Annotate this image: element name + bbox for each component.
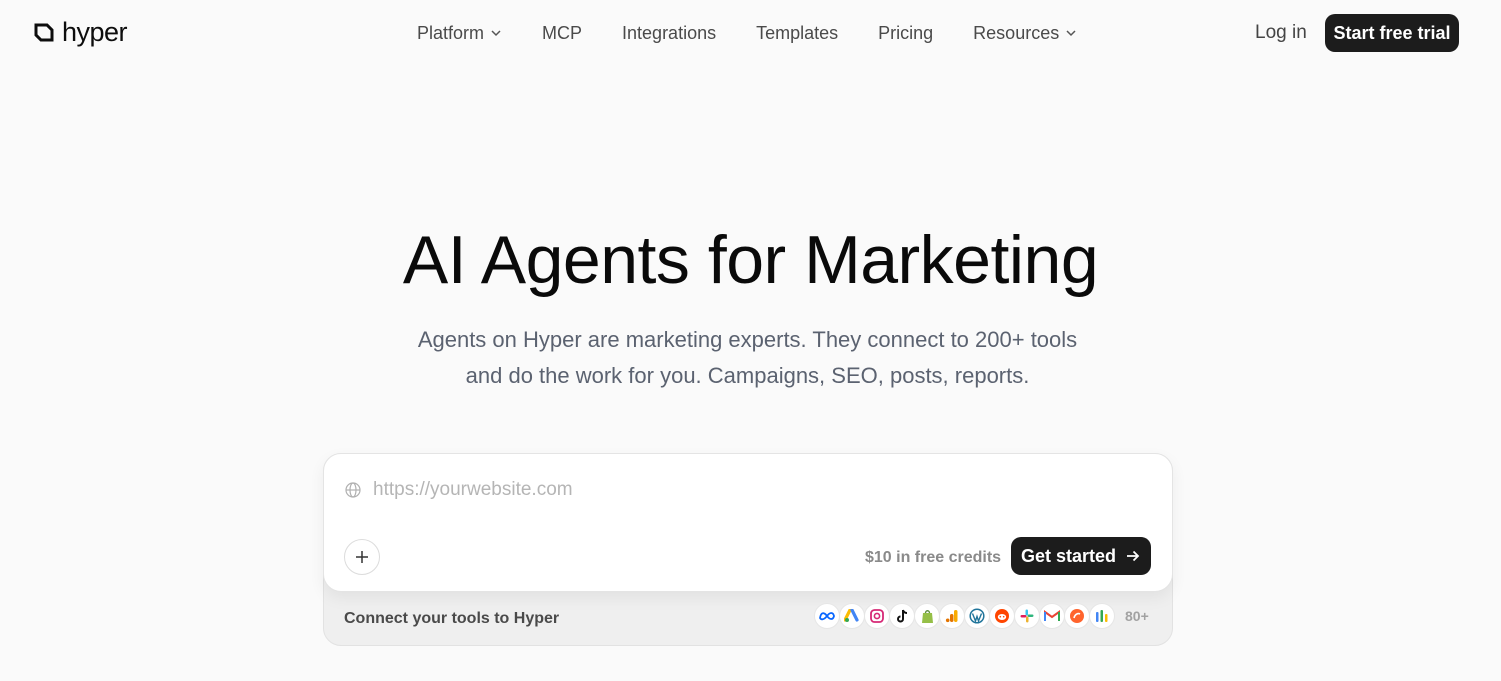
nav-item-resources[interactable]: Resources	[973, 23, 1077, 44]
tiktok-icon	[889, 603, 915, 629]
landing-page: hyper Platform MCP Integrations Template…	[0, 0, 1501, 681]
google-analytics-icon	[939, 603, 965, 629]
nav-item-label: Integrations	[622, 22, 717, 43]
prompt-card-container: $10 in free credits Get started Connect …	[323, 453, 1173, 646]
free-credits-text: $10 in free credits	[865, 549, 1002, 566]
wordpress-icon	[964, 603, 990, 629]
nav-item-pricing[interactable]: Pricing	[878, 23, 933, 44]
nav-item-platform[interactable]: Platform	[417, 23, 502, 44]
tool-icons-row: 80+	[814, 603, 1149, 629]
slack-icon	[1014, 603, 1040, 629]
website-url-input[interactable]	[373, 476, 1073, 504]
start-free-trial-button[interactable]: Start free trial	[1325, 14, 1459, 52]
main-nav: Platform MCP Integrations Templates Pric…	[417, 20, 1077, 46]
add-attachment-button[interactable]	[344, 539, 380, 575]
login-link[interactable]: Log in	[1255, 22, 1307, 44]
shopify-icon	[914, 603, 940, 629]
get-started-button[interactable]: Get started	[1011, 537, 1151, 575]
connect-tools-label: Connect your tools to Hyper	[344, 610, 560, 627]
chevron-down-icon	[1066, 30, 1076, 37]
nav-item-templates[interactable]: Templates	[756, 23, 838, 44]
google-tag-manager-icon	[1089, 603, 1115, 629]
hyper-logo-icon	[34, 23, 54, 42]
hero-subtitle-line: and do the work for you. Campaigns, SEO,…	[465, 363, 1030, 388]
google-ads-icon	[839, 603, 865, 629]
nav-item-label: MCP	[542, 22, 583, 43]
nav-item-label: Resources	[973, 22, 1060, 43]
reddit-icon	[989, 603, 1015, 629]
hero-title: AI Agents for Marketing	[402, 222, 1099, 298]
instagram-icon	[864, 603, 890, 629]
nav-item-label: Platform	[417, 22, 485, 43]
semrush-icon	[1064, 603, 1090, 629]
plus-icon	[356, 551, 368, 563]
brand-name: hyper	[62, 17, 128, 47]
arrow-right-icon	[1127, 550, 1140, 562]
nav-item-integrations[interactable]: Integrations	[622, 23, 716, 44]
nav-item-label: Pricing	[878, 22, 934, 43]
nav-item-mcp[interactable]: MCP	[542, 23, 582, 44]
meta-icon	[814, 603, 840, 629]
chevron-down-icon	[491, 30, 501, 37]
prompt-card: $10 in free credits Get started	[323, 453, 1173, 592]
brand-logo[interactable]: hyper	[34, 17, 128, 47]
hero-subtitle-line: Agents on Hyper are marketing experts. T…	[417, 327, 1078, 352]
globe-icon	[345, 482, 361, 498]
hero-subtitle: Agents on Hyper are marketing experts. T…	[390, 322, 1105, 394]
more-tools-count: 80+	[1125, 608, 1149, 624]
get-started-label: Get started	[1020, 545, 1117, 566]
nav-item-label: Templates	[756, 22, 839, 43]
gmail-icon	[1039, 603, 1065, 629]
